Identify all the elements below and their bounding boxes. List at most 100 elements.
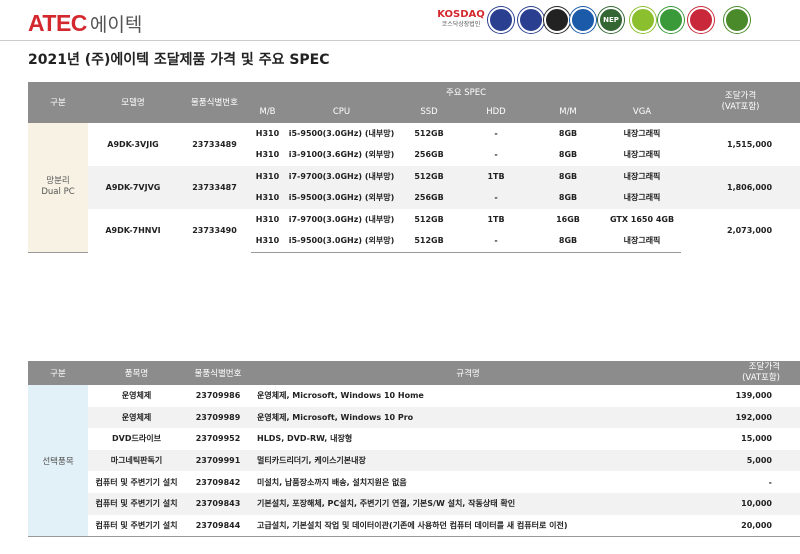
- item-name-cell: 운영체제: [121, 391, 152, 401]
- header-category: 구분: [28, 361, 88, 385]
- certification-badge-1: [488, 7, 514, 33]
- cpu-cell: i7-9700(3.0GHz) (내부망): [284, 165, 399, 187]
- ssd-cell: 256GB: [399, 187, 459, 209]
- table-row: 선택품목 운영체제 23709986 운영체제, Microsoft, Windows…: [28, 385, 800, 538]
- hdd-cell: -: [494, 150, 498, 160]
- item-code-cell: 23709952: [195, 434, 241, 444]
- header-item-code: 물품식별번호: [185, 361, 251, 385]
- item-code-cell: 23709842: [195, 477, 241, 487]
- item-code-cell: 23709843: [185, 492, 251, 515]
- table-row: 컴퓨터 및 주변기기 설치 23709842 미설치, 납품장소까지 배송, 설치지…: [28, 471, 800, 493]
- spec-cell: 미설치, 납품장소까지 배송, 설치지원은 없음: [257, 477, 407, 487]
- table-row: 마그네틱판독기 23709991 멀티카드리더기, 케이스기본내장 5,000: [28, 449, 800, 472]
- price-cell: 2,073,000: [727, 225, 773, 235]
- mb-cell: H310: [251, 187, 284, 209]
- certification-badge-5: NEP: [598, 7, 624, 33]
- cpu-cell: i5-9500(3.0GHz) (외부망): [284, 230, 399, 253]
- header-vga: VGA: [603, 101, 682, 123]
- table-row: 컴퓨터 및 주변기기 설치 23709844 고급설치, 기본설치 작업 및 데이터…: [28, 514, 800, 538]
- page-title: 2021년 (주)에이텍 조달제품 가격 및 주요 SPEC: [28, 52, 330, 68]
- mm-cell: 8GB: [533, 165, 603, 187]
- certification-badge-4: [570, 7, 596, 33]
- header-main-spec: 주요 SPEC: [251, 82, 682, 102]
- ssd-cell: 512GB: [414, 128, 444, 138]
- cpu-cell: i7-9700(3.0GHz) (내부망): [288, 214, 395, 224]
- certification-badge-9: [724, 7, 750, 33]
- vga-cell: 내장그래픽: [603, 230, 682, 253]
- badge-subtext: 코스닥상장법인: [441, 21, 481, 28]
- category-cell: 선택품목: [28, 385, 88, 538]
- model-cell: A9DK-7HNVI: [105, 225, 161, 235]
- header-cpu: CPU: [284, 101, 399, 123]
- hdd-cell: -: [459, 187, 533, 209]
- model-cell: A9DK-3VJIG: [107, 139, 159, 149]
- item-name-cell: 컴퓨터 및 주변기기 설치: [88, 492, 185, 515]
- price-cell: 5,000: [685, 449, 800, 472]
- header-mb: M/B: [251, 101, 284, 123]
- mm-cell: 8GB: [533, 230, 603, 253]
- item-code-cell: 23709986: [195, 391, 241, 401]
- certification-badge-3: [544, 7, 570, 33]
- cpu-cell: i3-9100(3.6GHz) (외부망): [288, 150, 395, 160]
- item-name-cell: 컴퓨터 및 주변기기 설치: [95, 477, 178, 487]
- mm-cell: 8GB: [533, 187, 603, 209]
- ssd-cell: 256GB: [414, 150, 444, 160]
- spec-price-table: 구분 모델명 물품식별번호 주요 SPEC 조달가격 (VAT포함) M/B C…: [28, 82, 800, 253]
- cpu-cell: i5-9500(3.0GHz) (외부망): [284, 187, 399, 209]
- vga-cell: 내장그래픽: [603, 187, 682, 209]
- spec-cell: 운영체제, Microsoft, Windows 10 Home: [257, 391, 424, 401]
- spec-cell: HLDS, DVD-RW, 내장형: [257, 434, 353, 444]
- company-logo[interactable]: ATEC 에이텍: [28, 10, 142, 37]
- table-row: DVD드라이브 23709952 HLDS, DVD-RW, 내장형 15,000: [28, 428, 800, 450]
- category-cell: 망분리 Dual PC: [28, 122, 88, 253]
- item-code-cell: 23733487: [178, 165, 251, 209]
- header-bar: ATEC 에이텍 KOSDAQ 코스닥상장법인 NEP: [0, 0, 800, 40]
- header-mm: M/M: [533, 101, 603, 123]
- table-row: A9DK-7VJVG 23733487 H310 i7-9700(3.0GHz) (내…: [28, 165, 800, 209]
- hdd-cell: -: [494, 128, 498, 138]
- spec-cell: 멀티카드리더기, 케이스기본내장: [251, 449, 685, 472]
- item-code-cell: 23709989: [185, 406, 251, 429]
- price-cell: 192,000: [685, 406, 800, 429]
- hdd-cell: 1TB: [487, 214, 505, 224]
- vga-cell: 내장그래픽: [623, 150, 661, 160]
- header-model: 모델명: [88, 82, 178, 123]
- option-price-table: 구분 품목명 물품식별번호 규격명 조달가격 (VAT포함) 선택품목 운영체제 2…: [28, 361, 800, 538]
- mm-cell: 16GB: [556, 214, 580, 224]
- logo-text: ATEC: [28, 10, 87, 36]
- mm-cell: 8GB: [558, 128, 578, 138]
- hdd-cell: -: [459, 230, 533, 253]
- certification-badge-2: [518, 7, 544, 33]
- mm-cell: 8GB: [558, 150, 578, 160]
- mb-cell: H310: [255, 128, 280, 138]
- mb-cell: H310: [255, 150, 280, 160]
- table-row: 컴퓨터 및 주변기기 설치 23709843 기본설치, 포장해체, PC설치, 주…: [28, 492, 800, 515]
- certification-badge-8: [688, 7, 714, 33]
- header-divider: [0, 40, 800, 41]
- item-name-cell: 마그네틱판독기: [88, 449, 185, 472]
- table-row: A9DK-7HNVI 23733490 H310 i7-9700(3.0GHz) (내…: [28, 209, 800, 235]
- header-hdd: HDD: [459, 101, 533, 123]
- table-row: 망분리 Dual PC A9DK-3VJIG 23733489 H310 i5-9500…: [28, 122, 800, 253]
- badge-text: KOSDAQ: [437, 9, 485, 20]
- vga-cell: GTX 1650 4GB: [609, 214, 675, 224]
- header-price: 조달가격 (VAT포함): [685, 361, 800, 385]
- model-cell: A9DK-7VJVG: [88, 165, 178, 209]
- item-code-cell: 23733489: [192, 139, 237, 149]
- logo-korean-text: 에이텍: [89, 15, 143, 36]
- item-code-cell: 23733490: [192, 225, 237, 235]
- certification-badge-6: [630, 7, 656, 33]
- item-name-cell: 컴퓨터 및 주변기기 설치: [88, 514, 185, 538]
- price-cell: 1,515,000: [727, 139, 773, 149]
- price-cell: 20,000: [685, 514, 800, 538]
- header-category: 구분: [28, 82, 88, 123]
- header-price: 조달가격 (VAT포함): [681, 82, 800, 123]
- price-cell: 10,000: [685, 492, 800, 515]
- spec-cell: 운영체제, Microsoft, Windows 10 Pro: [251, 406, 685, 429]
- ssd-cell: 512GB: [399, 165, 459, 187]
- certification-badge-7: [658, 7, 684, 33]
- mb-cell: H310: [251, 230, 284, 253]
- item-name-cell: 운영체제: [88, 406, 185, 429]
- item-code-cell: 23709991: [185, 449, 251, 472]
- vga-cell: 내장그래픽: [603, 165, 682, 187]
